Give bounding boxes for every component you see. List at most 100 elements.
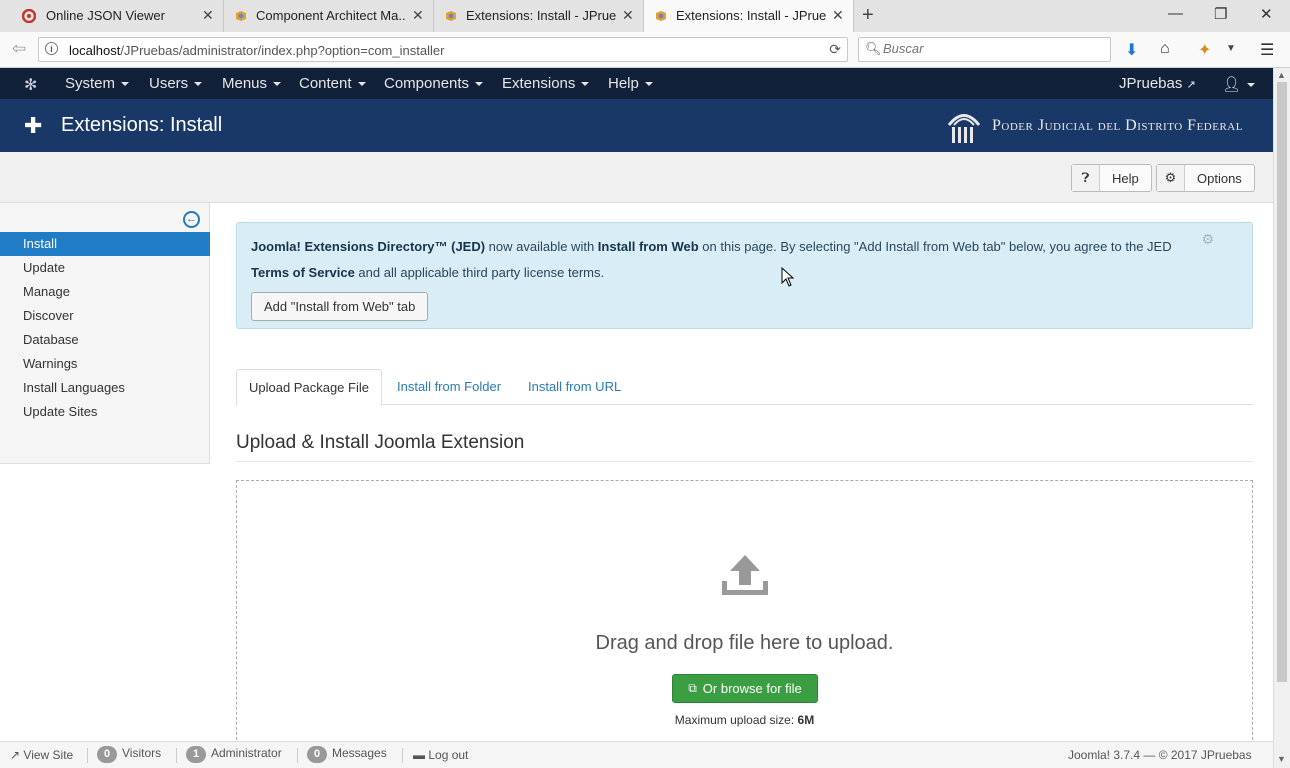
user-menu[interactable]: 👤︎ — [1222, 75, 1256, 93]
close-icon[interactable]: ✕ — [832, 7, 844, 24]
download-icon[interactable]: ⬇ — [1125, 40, 1138, 60]
browser-tab-component-architect[interactable]: Component Architect Ma... ✕ — [224, 0, 434, 32]
site-link[interactable]: JPruebas ↗ — [1119, 75, 1196, 92]
divider — [176, 748, 177, 763]
administrator-count[interactable]: 1 Administrator — [186, 746, 282, 763]
new-tab-plus-icon[interactable]: + — [862, 4, 874, 27]
sidebar: ← Install Update Manage Discover Databas… — [0, 203, 210, 464]
toolbar: ❓︎ Help ⚙ Options — [0, 152, 1273, 203]
sidebar-item-install[interactable]: Install — [0, 232, 210, 256]
address-bar[interactable]: i localhost/JPruebas/administrator/index… — [38, 37, 848, 62]
close-icon[interactable]: ✕ — [202, 7, 214, 24]
tab-upload-package-file[interactable]: Upload Package File — [236, 369, 382, 406]
browser-tab-title: Extensions: Install - JPrueb... — [676, 8, 826, 23]
sidebar-item-database[interactable]: Database — [0, 328, 210, 352]
tab-install-from-url[interactable]: Install from URL — [516, 369, 633, 405]
visitors-count[interactable]: 0 Visitors — [97, 746, 161, 763]
mouse-cursor-icon — [781, 267, 795, 287]
menu-content[interactable]: Content — [299, 75, 366, 92]
brand-logo: Poder Judicial del Distrito Federal — [946, 107, 1243, 145]
maximize-icon[interactable]: ❐ — [1214, 5, 1227, 23]
add-install-from-web-tab-button[interactable]: Add "Install from Web" tab — [251, 292, 429, 321]
joomla-logo-icon[interactable]: ✻ — [24, 75, 37, 95]
sidebar-item-update[interactable]: Update — [0, 256, 210, 280]
sidebar-item-manage[interactable]: Manage — [0, 280, 210, 304]
logout-link[interactable]: ▬ Log out — [413, 748, 468, 762]
messages-count[interactable]: 0 Messages — [307, 746, 387, 763]
admin-top-navbar: ✻ System Users Menus Content Components … — [0, 68, 1273, 99]
extension-icon[interactable]: ✦ — [1198, 40, 1211, 60]
upload-icon — [722, 555, 768, 595]
vertical-scrollbar[interactable]: ▲ ▼ — [1273, 68, 1290, 768]
browser-tab-extensions-install[interactable]: Extensions: Install - JPrueb... ✕ — [434, 0, 644, 32]
menu-help[interactable]: Help — [608, 75, 653, 92]
options-button[interactable]: ⚙ Options — [1156, 164, 1255, 192]
browser-tab-title: Component Architect Ma... — [256, 8, 406, 23]
menu-menus[interactable]: Menus — [222, 75, 282, 92]
browse-for-file-button[interactable]: ⧉ Or browse for file — [672, 674, 818, 703]
caret-down-icon — [194, 82, 203, 87]
alert-text: Joomla! Extensions Directory™ (JED) now … — [251, 239, 1172, 280]
close-icon[interactable]: ✕ — [622, 7, 634, 24]
brand-emblem-icon — [947, 114, 981, 143]
jed-info-alert: Joomla! Extensions Directory™ (JED) now … — [236, 222, 1253, 329]
url-text[interactable]: localhost/JPruebas/administrator/index.p… — [69, 43, 444, 58]
sidebar-item-update-sites[interactable]: Update Sites — [0, 400, 210, 424]
help-button[interactable]: ❓︎ Help — [1071, 164, 1152, 192]
browser-tab-title: Extensions: Install - JPrueb... — [466, 8, 616, 23]
joomla-icon — [236, 11, 246, 21]
caret-down-icon — [273, 82, 282, 87]
question-icon: ❓︎ — [1072, 165, 1100, 191]
brand-name: Poder Judicial del Distrito Federal — [992, 117, 1243, 134]
caret-down-icon — [121, 82, 130, 87]
scroll-down-arrow-icon[interactable]: ▼ — [1277, 754, 1286, 764]
sidebar-item-install-languages[interactable]: Install Languages — [0, 376, 210, 400]
user-icon: 👤︎ — [1222, 76, 1242, 93]
caret-down-icon — [581, 82, 590, 87]
browser-tab-title: Online JSON Viewer — [46, 8, 165, 23]
site-info-icon[interactable]: i — [45, 42, 58, 55]
upload-dropzone[interactable]: Drag and drop file here to upload. ⧉ Or … — [236, 480, 1253, 750]
json-viewer-icon — [22, 9, 36, 23]
section-title: Upload & Install Joomla Extension — [236, 432, 525, 453]
dropzone-text: Drag and drop file here to upload. — [595, 632, 894, 654]
menu-system[interactable]: System — [65, 75, 130, 92]
puzzle-icon: ✚ — [24, 113, 43, 138]
copy-icon: ⧉ — [688, 681, 697, 695]
view-site-link[interactable]: ↗ View Site — [10, 748, 73, 762]
menu-users[interactable]: Users — [149, 75, 203, 92]
browser-tab-extensions-install-active[interactable]: Extensions: Install - JPrueb... ✕ — [644, 0, 854, 32]
reload-icon[interactable]: ⟳ — [829, 41, 841, 58]
browser-tab-strip: Online JSON Viewer ✕ Component Architect… — [0, 0, 1290, 32]
status-bar: ↗ View Site 0 Visitors 1 Administrator 0 Me… — [0, 741, 1273, 768]
home-icon[interactable]: ⌂ — [1160, 40, 1170, 58]
scrollbar-thumb[interactable] — [1277, 82, 1287, 682]
collapse-sidebar-icon[interactable]: ← — [183, 211, 200, 228]
browser-tab-json-viewer[interactable]: Online JSON Viewer ✕ — [0, 0, 224, 32]
caret-down-icon — [1247, 83, 1256, 88]
browser-navigation-bar: ⇦ i localhost/JPruebas/administrator/ind… — [0, 32, 1290, 68]
external-link-icon: ↗ — [10, 748, 21, 762]
hamburger-menu-icon[interactable]: ☰ — [1260, 40, 1274, 60]
menu-components[interactable]: Components — [384, 75, 484, 92]
close-icon[interactable]: ✕ — [412, 7, 424, 24]
search-icon: 🔍︎ — [865, 41, 882, 56]
gear-icon[interactable]: ⚙ — [1201, 231, 1214, 248]
divider — [87, 748, 88, 763]
divider — [297, 748, 298, 763]
gear-icon: ⚙ — [1157, 165, 1185, 191]
minimize-icon[interactable]: — — [1168, 5, 1183, 22]
sidebar-item-warnings[interactable]: Warnings — [0, 352, 210, 376]
menu-extensions[interactable]: Extensions — [502, 75, 590, 92]
dropdown-arrow-icon[interactable]: ▼ — [1226, 43, 1236, 54]
back-arrow-icon[interactable]: ⇦ — [12, 39, 26, 59]
scroll-up-arrow-icon[interactable]: ▲ — [1277, 70, 1286, 80]
caret-down-icon — [357, 82, 366, 87]
tab-install-from-folder[interactable]: Install from Folder — [385, 369, 513, 405]
section-divider — [236, 461, 1253, 462]
search-box[interactable]: 🔍︎ — [858, 37, 1111, 62]
sidebar-item-discover[interactable]: Discover — [0, 304, 210, 328]
page-title: Extensions: Install — [61, 114, 223, 136]
search-input[interactable] — [883, 41, 1103, 56]
window-close-icon[interactable]: ✕ — [1260, 5, 1273, 23]
